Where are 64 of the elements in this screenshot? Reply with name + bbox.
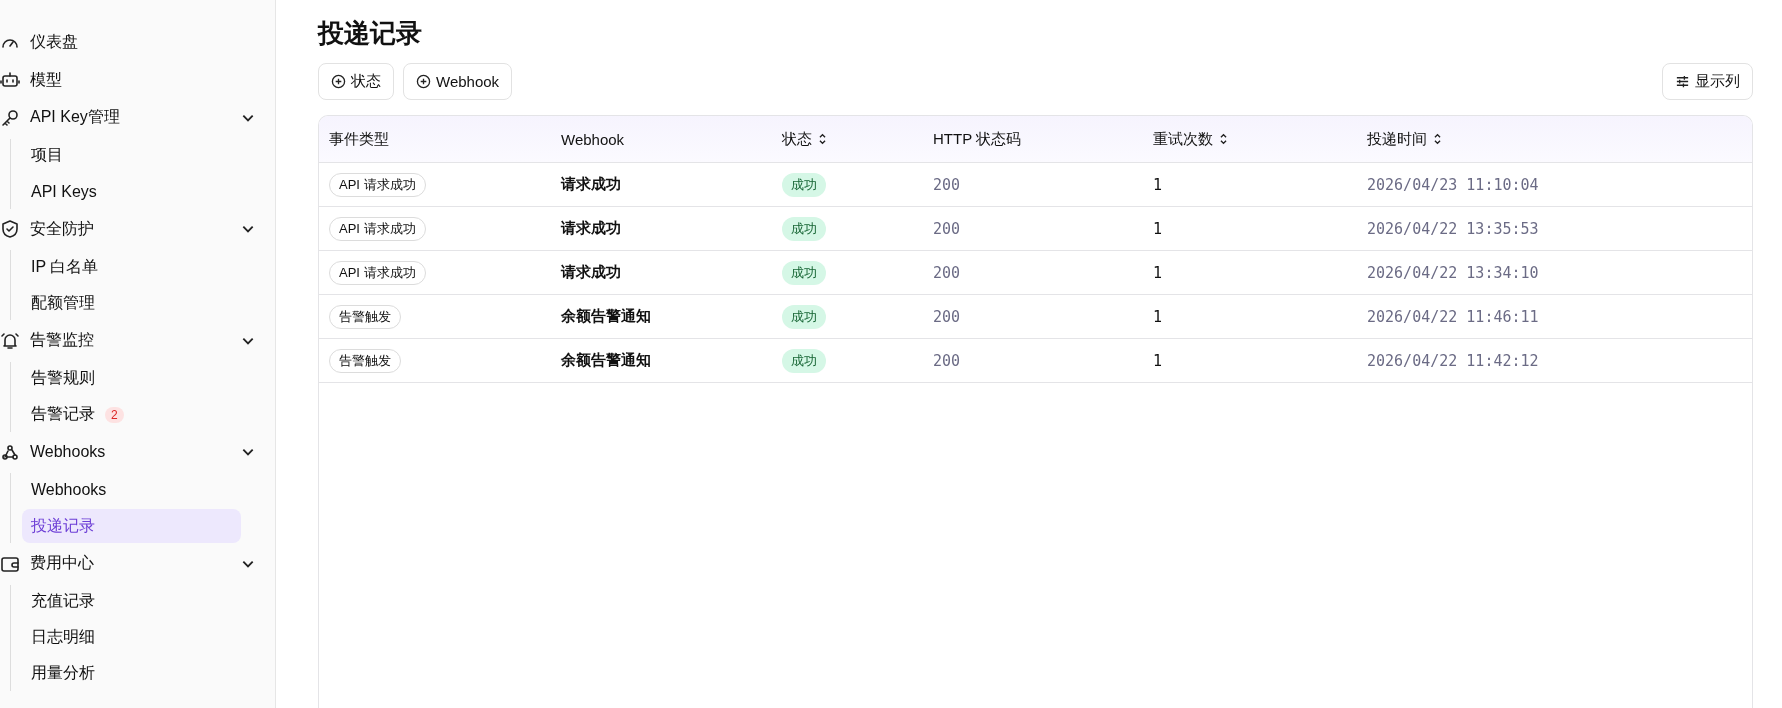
table-cell: 1	[1153, 307, 1163, 326]
table-cell: 2026/04/23 11:10:04	[1367, 175, 1539, 194]
webhook-icon	[0, 442, 20, 463]
count-badge: 2	[105, 406, 124, 423]
column-header[interactable]: 投递时间	[1357, 129, 1752, 149]
sidebar-item[interactable]: API Keys	[22, 174, 241, 209]
sidebar-item[interactable]: 充值记录	[22, 584, 241, 619]
column-header: 事件类型	[328, 129, 390, 149]
table-cell: 余额告警通知	[561, 351, 651, 370]
plus-circle-icon	[331, 74, 346, 89]
table-cell: 请求成功	[561, 219, 621, 238]
column-header: Webhook	[560, 130, 626, 148]
sidebar-item[interactable]: 告警记录 2	[22, 397, 241, 432]
sidebar-item[interactable]: 安全防护	[0, 210, 275, 248]
status-badge: 成功	[782, 260, 826, 285]
status-badge: 成功	[782, 304, 826, 329]
sidebar-item[interactable]: 告警监控	[0, 322, 275, 360]
sidebar-item[interactable]: 费用中心	[0, 545, 275, 583]
sidebar-item[interactable]: 仪表盘	[0, 24, 275, 62]
table-cell: 200	[933, 351, 961, 370]
sidebar-item[interactable]: IP 白名单	[22, 250, 241, 284]
key-icon	[0, 107, 20, 128]
sidebar-item[interactable]: API Key管理	[0, 99, 275, 137]
sliders-icon	[1675, 74, 1690, 89]
sidebar-item[interactable]: 日志明细	[22, 620, 241, 655]
sidebar-item[interactable]: 项目	[22, 138, 241, 173]
table-cell: 2026/04/22 13:34:10	[1367, 263, 1539, 282]
sidebar-item[interactable]: 模型	[0, 61, 275, 99]
table-cell: 1	[1153, 263, 1163, 282]
table-cell: 200	[933, 175, 961, 194]
table-cell: 200	[933, 219, 961, 238]
status-badge: 成功	[782, 172, 826, 197]
filter-button[interactable]: 状态	[318, 63, 394, 100]
table-cell: 余额告警通知	[561, 307, 651, 326]
column-header[interactable]: 重试次数	[1143, 129, 1357, 149]
sidebar-item[interactable]: 配额管理	[22, 286, 241, 320]
table-cell: 1	[1153, 351, 1163, 370]
table-cell: 1	[1153, 175, 1163, 194]
table-cell: 请求成功	[561, 175, 621, 194]
sidebar-item[interactable]: 告警规则	[22, 361, 241, 396]
filter-button[interactable]: Webhook	[403, 63, 513, 100]
shield-icon	[0, 219, 20, 240]
table-cell: 请求成功	[561, 263, 621, 282]
plus-circle-icon	[416, 74, 431, 89]
sort-icon[interactable]	[1433, 133, 1442, 145]
sort-icon[interactable]	[1219, 133, 1228, 145]
table-cell: 1	[1153, 219, 1163, 238]
bell-icon	[0, 330, 20, 351]
status-badge: 成功	[782, 348, 826, 373]
sidebar-item[interactable]: Webhooks	[0, 433, 275, 471]
column-header[interactable]: 状态	[772, 129, 923, 149]
sidebar-item[interactable]: Webhooks	[22, 473, 241, 507]
sort-icon[interactable]	[818, 133, 827, 145]
status-badge: 成功	[782, 216, 826, 241]
sidebar-item[interactable]: 投递记录	[22, 509, 241, 543]
table-cell: 2026/04/22 11:46:11	[1367, 307, 1539, 326]
page-title: 投递记录	[318, 17, 423, 50]
table-cell: 2026/04/22 13:35:53	[1367, 219, 1539, 238]
table-cell: 2026/04/22 11:42:12	[1367, 351, 1539, 370]
sidebar-item[interactable]: 用量分析	[22, 656, 241, 691]
table-cell: 200	[933, 307, 961, 326]
table-cell: 200	[933, 263, 961, 282]
columns-button[interactable]: 显示列	[1662, 63, 1753, 100]
column-header: HTTP 状态码	[932, 129, 1023, 149]
